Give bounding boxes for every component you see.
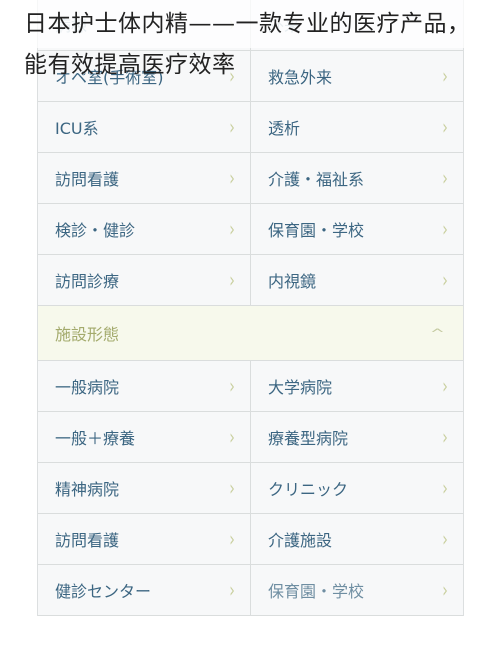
option-ryoyo-byoin[interactable]: 療養型病院 ›	[251, 412, 463, 462]
option-label: 一般＋療養	[55, 429, 136, 448]
option-ippan-ryoyo[interactable]: 一般＋療養 ›	[38, 412, 251, 462]
chevron-right-icon: ›	[442, 425, 448, 449]
grid-row: 訪問看護 › 介護施設 ›	[38, 514, 463, 565]
chevron-right-icon: ›	[442, 115, 448, 139]
option-label: 訪問看護	[55, 531, 120, 550]
chevron-right-icon: ›	[442, 527, 448, 551]
chevron-right-icon: ›	[442, 268, 448, 292]
option-kaigo-shisetsu[interactable]: 介護施設 ›	[251, 514, 463, 564]
chevron-right-icon: ›	[229, 268, 235, 292]
option-kenshin-center[interactable]: 健診センター ›	[38, 565, 251, 615]
option-icu[interactable]: ICU系 ›	[38, 102, 251, 152]
chevron-right-icon: ›	[229, 166, 235, 190]
option-label: 療養型病院	[268, 429, 349, 448]
option-homon-shinryo[interactable]: 訪問診療 ›	[38, 255, 251, 305]
grid-row: 訪問診療 › 内視鏡 ›	[38, 255, 463, 306]
option-label: 健診センター	[55, 582, 152, 601]
chevron-right-icon: ›	[229, 425, 235, 449]
option-homon-kango[interactable]: 訪問看護 ›	[38, 153, 251, 203]
option-toseki[interactable]: 透析 ›	[251, 102, 463, 152]
grid-row: 訪問看護 › 介護・福祉系 ›	[38, 153, 463, 204]
chevron-right-icon: ›	[229, 578, 235, 602]
option-naishikyo[interactable]: 内視鏡 ›	[251, 255, 463, 305]
section-label: 施設形態	[55, 325, 120, 344]
option-daigaku-byoin[interactable]: 大学病院 ›	[251, 361, 463, 411]
chevron-right-icon: ›	[442, 166, 448, 190]
option-label: 訪問診療	[55, 272, 120, 291]
option-label: 精神病院	[55, 480, 120, 499]
option-clinic[interactable]: クリニック ›	[251, 463, 463, 513]
grid-row: ICU系 › 透析 ›	[38, 102, 463, 153]
option-hoikuen-2[interactable]: 保育園・学校 ›	[251, 565, 463, 615]
grid-row: 一般病院 › 大学病院 ›	[38, 361, 463, 412]
option-homon-kango-2[interactable]: 訪問看護 ›	[38, 514, 251, 564]
chevron-right-icon: ›	[229, 115, 235, 139]
option-kaigo-fukushi[interactable]: 介護・福祉系 ›	[251, 153, 463, 203]
chevron-up-icon: ^	[429, 325, 445, 341]
option-label: 介護・福祉系	[268, 170, 365, 189]
chevron-right-icon: ›	[442, 578, 448, 602]
option-hoikuen[interactable]: 保育園・学校 ›	[251, 204, 463, 254]
grid-row: 健診センター › 保育園・学校 ›	[38, 565, 463, 616]
option-ippan-byoin[interactable]: 一般病院 ›	[38, 361, 251, 411]
chevron-right-icon: ›	[229, 476, 235, 500]
option-label: 訪問看護	[55, 170, 120, 189]
option-seishin-byoin[interactable]: 精神病院 ›	[38, 463, 251, 513]
chevron-right-icon: ›	[442, 476, 448, 500]
chevron-right-icon: ›	[442, 217, 448, 241]
grid-row: 一般＋療養 › 療養型病院 ›	[38, 412, 463, 463]
grid-row: 検診・健診 › 保育園・学校 ›	[38, 204, 463, 255]
option-label: 一般病院	[55, 378, 120, 397]
chevron-right-icon: ›	[229, 217, 235, 241]
chevron-right-icon: ›	[229, 374, 235, 398]
page-title: 日本护士体内精——一款专业的医疗产品， 能有效提高医疗效率	[24, 4, 471, 86]
option-label: 検診・健診	[55, 221, 136, 240]
chevron-right-icon: ›	[442, 374, 448, 398]
title-line-1: 日本护士体内精——一款专业的医疗产品，	[24, 11, 471, 37]
option-label: 保育園・学校	[268, 582, 365, 601]
chevron-right-icon: ›	[229, 527, 235, 551]
section-header-shisetsu[interactable]: 施設形態 ^	[38, 306, 463, 361]
option-label: 内視鏡	[268, 272, 317, 291]
title-line-2: 能有效提高医疗效率	[24, 52, 236, 78]
category-grid: 病棟› 外来› オペ室(手術室)› 救急外来› ICU系› 透析› 訪問看護› …	[37, 0, 464, 616]
option-label: 大学病院	[268, 378, 333, 397]
option-label: 透析	[268, 119, 301, 138]
option-kenshin[interactable]: 検診・健診 ›	[38, 204, 251, 254]
option-label: クリニック	[268, 480, 349, 499]
option-label: 介護施設	[268, 531, 333, 550]
option-label: 保育園・学校	[268, 221, 365, 240]
option-label: ICU系	[55, 119, 99, 138]
grid-row: 精神病院 › クリニック ›	[38, 463, 463, 514]
